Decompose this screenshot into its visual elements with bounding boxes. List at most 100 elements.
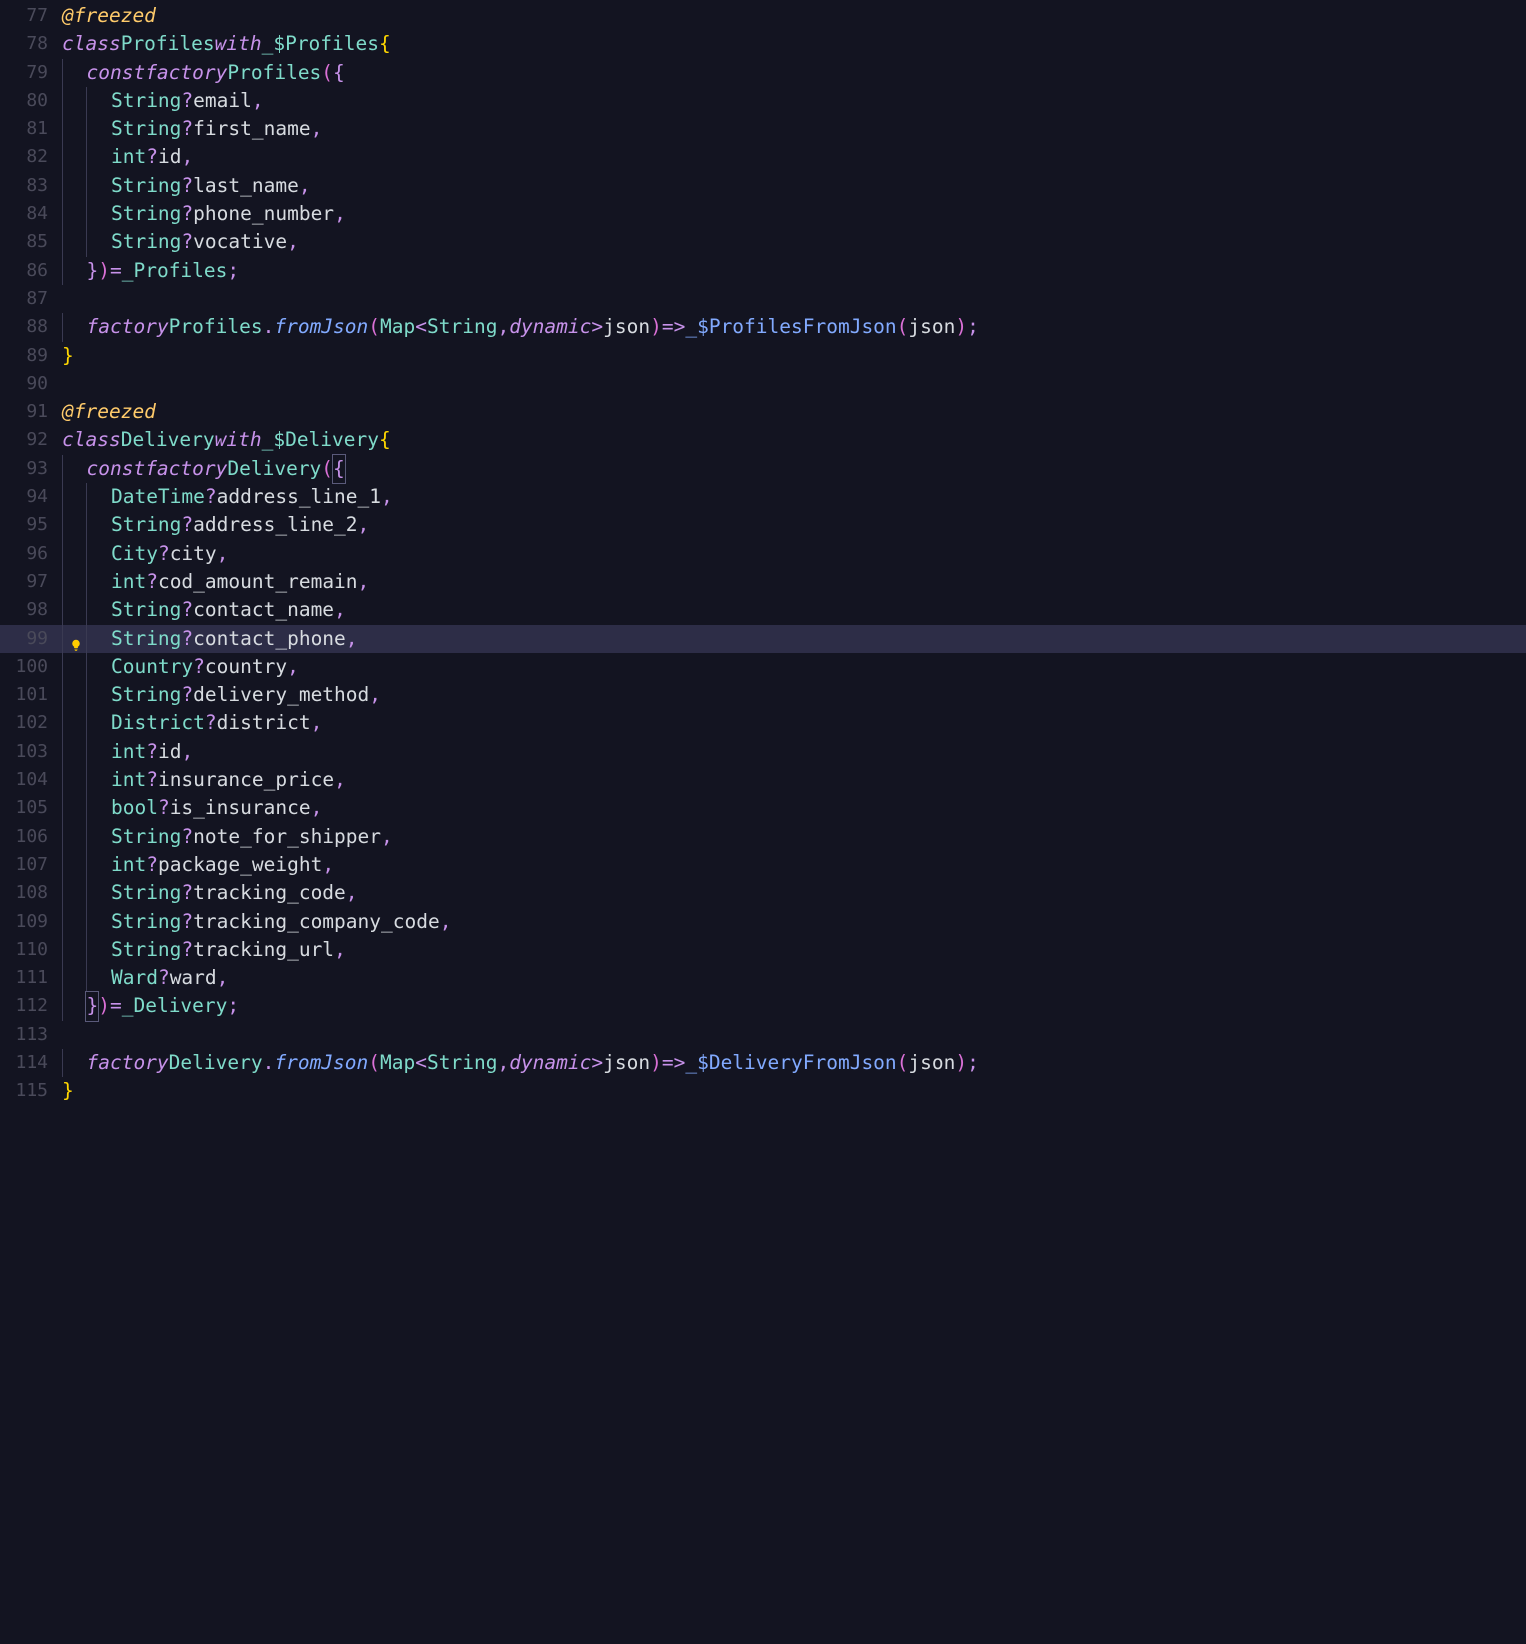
- code-line[interactable]: 115 }: [0, 1077, 1526, 1105]
- code-line[interactable]: 86 }) = _Profiles;: [0, 257, 1526, 285]
- code-content[interactable]: const factory Delivery({: [62, 455, 345, 483]
- code-line[interactable]: 83 String? last_name,: [0, 172, 1526, 200]
- code-content[interactable]: String? email,: [62, 87, 264, 115]
- code-line[interactable]: 92 class Delivery with _$Delivery {: [0, 426, 1526, 454]
- line-number: 105: [0, 794, 62, 822]
- line-number: 79: [0, 59, 62, 87]
- line-number: 110: [0, 936, 62, 964]
- code-line[interactable]: 108 String? tracking_code,: [0, 879, 1526, 907]
- code-content[interactable]: Country? country,: [62, 653, 299, 681]
- code-content[interactable]: }) = _Delivery;: [62, 992, 239, 1020]
- code-line[interactable]: 102 District? district,: [0, 709, 1526, 737]
- line-number: 87: [0, 285, 62, 313]
- code-content[interactable]: const factory Profiles({: [62, 59, 345, 87]
- code-content[interactable]: String? note_for_shipper,: [62, 823, 393, 851]
- code-content[interactable]: String? delivery_method,: [62, 681, 381, 709]
- line-number: 115: [0, 1077, 62, 1105]
- line-number: 96: [0, 540, 62, 568]
- line-number: 103: [0, 738, 62, 766]
- code-line[interactable]: 91 @freezed: [0, 398, 1526, 426]
- code-line[interactable]: 106 String? note_for_shipper,: [0, 823, 1526, 851]
- code-line[interactable]: 107 int? package_weight,: [0, 851, 1526, 879]
- code-line[interactable]: 100 Country? country,: [0, 653, 1526, 681]
- code-line[interactable]: 80 String? email,: [0, 87, 1526, 115]
- code-line[interactable]: 82 int? id,: [0, 143, 1526, 171]
- code-line[interactable]: 103 int? id,: [0, 738, 1526, 766]
- code-content[interactable]: factory Profiles.fromJson(Map<String, dy…: [62, 313, 979, 341]
- code-content[interactable]: @freezed: [62, 398, 156, 426]
- line-number: 98: [0, 596, 62, 624]
- line-number: 107: [0, 851, 62, 879]
- code-content[interactable]: int? package_weight,: [62, 851, 334, 879]
- line-number: 113: [0, 1021, 62, 1049]
- code-line[interactable]: 109 String? tracking_company_code,: [0, 908, 1526, 936]
- code-content[interactable]: @freezed: [62, 2, 156, 30]
- code-content[interactable]: String? contact_phone,: [62, 625, 358, 653]
- line-number: 101: [0, 681, 62, 709]
- code-line[interactable]: 90: [0, 370, 1526, 398]
- code-line[interactable]: 79 const factory Profiles({: [0, 59, 1526, 87]
- code-content[interactable]: }) = _Profiles;: [62, 257, 239, 285]
- code-content[interactable]: int? id,: [62, 738, 193, 766]
- line-number: 97: [0, 568, 62, 596]
- code-line[interactable]: 88 factory Profiles.fromJson(Map<String,…: [0, 313, 1526, 341]
- code-content[interactable]: int? id,: [62, 143, 193, 171]
- code-line[interactable]: 104 int? insurance_price,: [0, 766, 1526, 794]
- code-content[interactable]: City? city,: [62, 540, 228, 568]
- code-line[interactable]: 87: [0, 285, 1526, 313]
- code-line[interactable]: 93 const factory Delivery({: [0, 455, 1526, 483]
- code-content[interactable]: }: [62, 342, 74, 370]
- code-line[interactable]: 101 String? delivery_method,: [0, 681, 1526, 709]
- code-line[interactable]: 98 String? contact_name,: [0, 596, 1526, 624]
- code-line[interactable]: 113: [0, 1021, 1526, 1049]
- line-number: 78: [0, 30, 62, 58]
- code-line[interactable]: 78 class Profiles with _$Profiles {: [0, 30, 1526, 58]
- code-line[interactable]: 85 String? vocative,: [0, 228, 1526, 256]
- code-content[interactable]: class Delivery with _$Delivery {: [62, 426, 391, 454]
- code-line[interactable]: 97 int? cod_amount_remain,: [0, 568, 1526, 596]
- code-content[interactable]: String? vocative,: [62, 228, 299, 256]
- code-line[interactable]: 96 City? city,: [0, 540, 1526, 568]
- code-line[interactable]: 81 String? first_name,: [0, 115, 1526, 143]
- code-content[interactable]: String? tracking_code,: [62, 879, 358, 907]
- code-line[interactable]: 99 String? contact_phone,: [0, 625, 1526, 653]
- code-content[interactable]: bool? is_insurance,: [62, 794, 322, 822]
- code-content[interactable]: Ward? ward,: [62, 964, 228, 992]
- lightbulb-icon[interactable]: [70, 631, 82, 643]
- code-content[interactable]: String? first_name,: [62, 115, 322, 143]
- line-number: 77: [0, 2, 62, 30]
- code-content[interactable]: District? district,: [62, 709, 322, 737]
- code-content[interactable]: }: [62, 1077, 74, 1105]
- code-content[interactable]: String? address_line_2,: [62, 511, 369, 539]
- code-content[interactable]: factory Delivery.fromJson(Map<String, dy…: [62, 1049, 979, 1077]
- code-content[interactable]: int? insurance_price,: [62, 766, 346, 794]
- code-line[interactable]: 84 String? phone_number,: [0, 200, 1526, 228]
- code-line[interactable]: 77 @freezed: [0, 2, 1526, 30]
- code-content[interactable]: int? cod_amount_remain,: [62, 568, 369, 596]
- line-number: 81: [0, 115, 62, 143]
- code-line[interactable]: 94 DateTime? address_line_1,: [0, 483, 1526, 511]
- code-line[interactable]: 105 bool? is_insurance,: [0, 794, 1526, 822]
- code-line[interactable]: 114 factory Delivery.fromJson(Map<String…: [0, 1049, 1526, 1077]
- code-line[interactable]: 111 Ward? ward,: [0, 964, 1526, 992]
- code-line[interactable]: 112 }) = _Delivery;: [0, 992, 1526, 1020]
- code-content[interactable]: String? tracking_url,: [62, 936, 346, 964]
- code-content[interactable]: class Profiles with _$Profiles {: [62, 30, 391, 58]
- line-number: 94: [0, 483, 62, 511]
- code-line[interactable]: 110 String? tracking_url,: [0, 936, 1526, 964]
- code-content[interactable]: String? last_name,: [62, 172, 311, 200]
- line-number: 99: [0, 625, 62, 653]
- code-content[interactable]: DateTime? address_line_1,: [62, 483, 393, 511]
- code-line[interactable]: 95 String? address_line_2,: [0, 511, 1526, 539]
- code-content[interactable]: String? phone_number,: [62, 200, 346, 228]
- line-number: 88: [0, 313, 62, 341]
- line-number: 92: [0, 426, 62, 454]
- code-content[interactable]: String? tracking_company_code,: [62, 908, 451, 936]
- line-number: 111: [0, 964, 62, 992]
- line-number: 82: [0, 143, 62, 171]
- line-number: 84: [0, 200, 62, 228]
- code-line[interactable]: 89 }: [0, 342, 1526, 370]
- line-number: 91: [0, 398, 62, 426]
- code-content[interactable]: String? contact_name,: [62, 596, 346, 624]
- code-editor[interactable]: 77 @freezed78 class Profiles with _$Prof…: [0, 0, 1526, 1106]
